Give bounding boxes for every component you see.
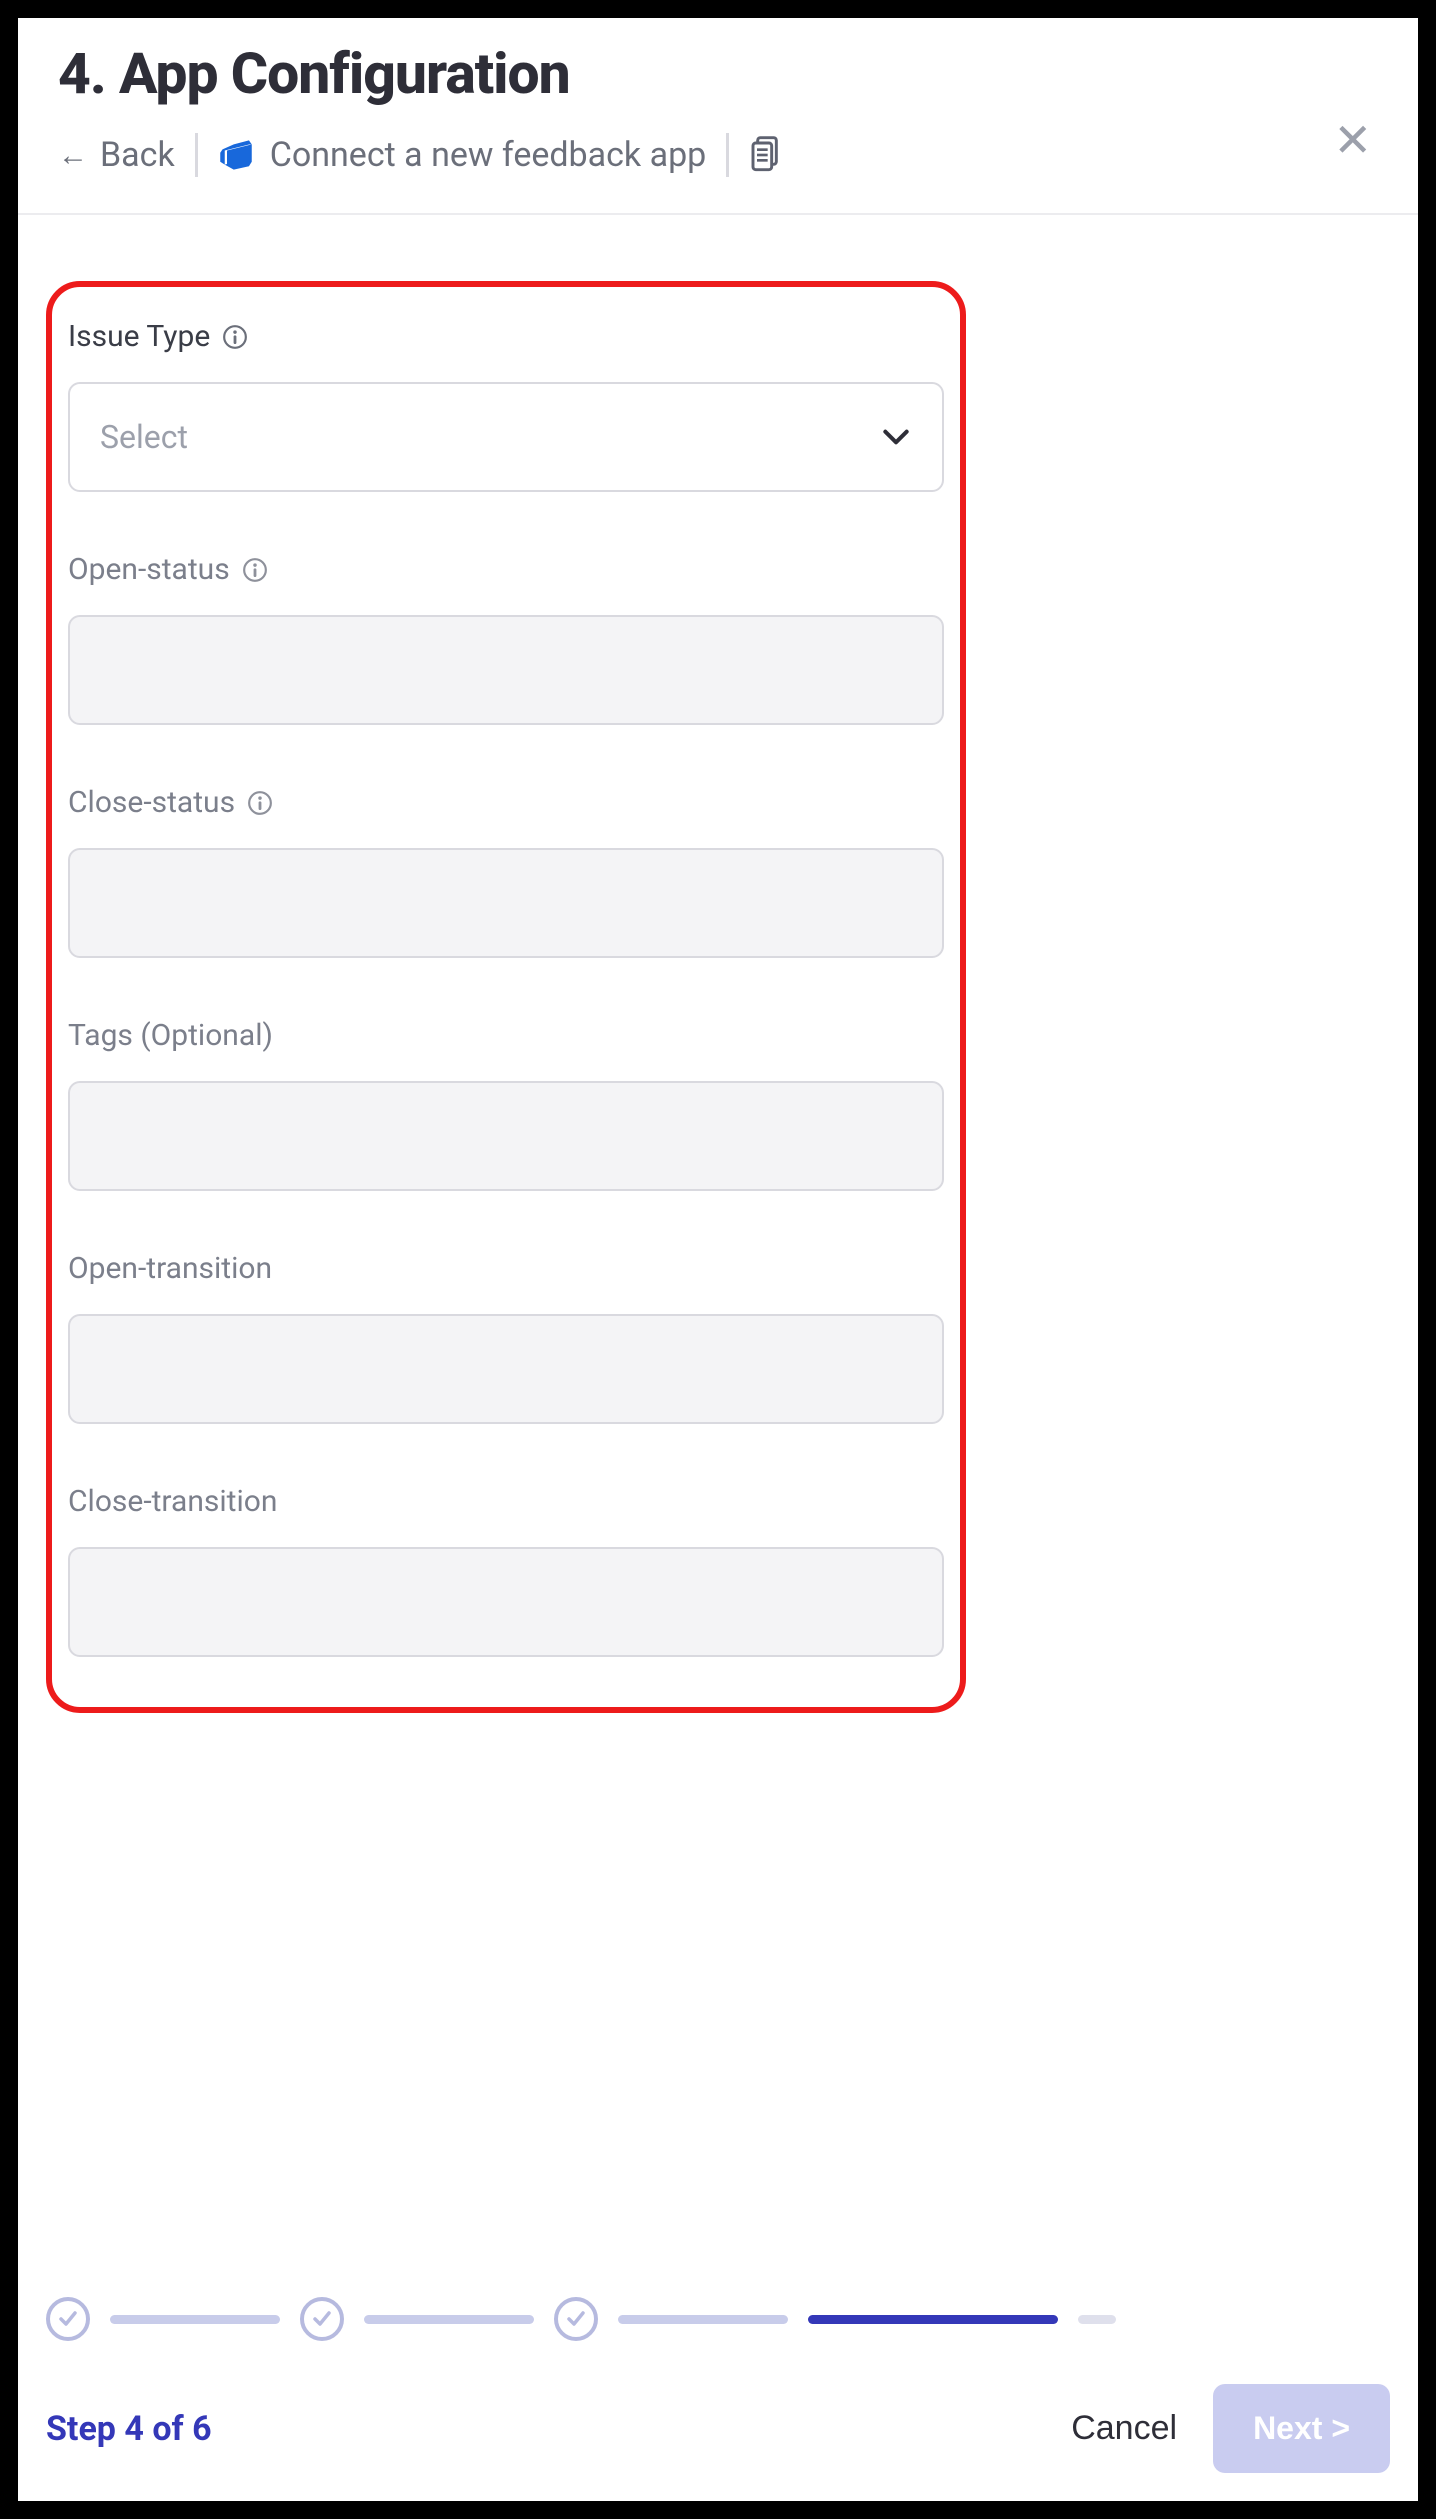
modal-header: 4. App Configuration ← Back Connect a ne… xyxy=(18,18,1418,215)
breadcrumb-current: Connect a new feedback app xyxy=(218,135,707,175)
chevron-down-icon xyxy=(880,421,912,453)
open-transition-input[interactable] xyxy=(68,1314,944,1424)
field-issue-type: Issue Type Select xyxy=(68,319,944,492)
label-text: Issue Type xyxy=(68,319,210,354)
modal-footer: Step 4 of 6 Cancel Next > xyxy=(18,2294,1418,2501)
footer-row: Step 4 of 6 Cancel Next > xyxy=(46,2384,1390,2473)
step-counter: Step 4 of 6 xyxy=(46,2409,212,2449)
issue-type-select[interactable]: Select xyxy=(68,382,944,492)
field-open-status: Open-status xyxy=(68,552,944,725)
field-label: Tags (Optional) xyxy=(68,1018,944,1053)
copy-button[interactable] xyxy=(749,134,785,176)
field-label: Close-status xyxy=(68,785,944,820)
step-bar-done xyxy=(618,2315,788,2324)
step-bar-done xyxy=(110,2315,280,2324)
field-label: Open-status xyxy=(68,552,944,587)
breadcrumb-label: Connect a new feedback app xyxy=(270,135,707,175)
field-label: Issue Type xyxy=(68,319,944,354)
label-text: Open-status xyxy=(68,552,230,587)
page-title: 4. App Configuration xyxy=(58,40,1378,107)
next-button[interactable]: Next > xyxy=(1213,2384,1390,2473)
step-2 xyxy=(300,2297,534,2341)
step-check-icon xyxy=(46,2297,90,2341)
field-open-transition: Open-transition xyxy=(68,1251,944,1424)
info-icon[interactable] xyxy=(242,557,268,583)
step-bar-done xyxy=(364,2315,534,2324)
step-check-icon xyxy=(554,2297,598,2341)
field-close-transition: Close-transition xyxy=(68,1484,944,1657)
info-icon[interactable] xyxy=(222,324,248,350)
field-label: Close-transition xyxy=(68,1484,944,1519)
label-text: Tags (Optional) xyxy=(68,1018,273,1053)
open-status-input[interactable] xyxy=(68,615,944,725)
step-bar-todo xyxy=(1078,2315,1116,2324)
azure-devops-icon xyxy=(218,137,254,173)
arrow-left-icon: ← xyxy=(58,138,88,173)
close-status-input[interactable] xyxy=(68,848,944,958)
back-button[interactable]: ← Back xyxy=(58,135,175,175)
label-text: Close-status xyxy=(68,785,235,820)
tags-input[interactable] xyxy=(68,1081,944,1191)
close-button[interactable]: ✕ xyxy=(1333,118,1372,164)
select-placeholder: Select xyxy=(100,418,188,456)
form-highlight: Issue Type Select Open-status xyxy=(46,281,966,1713)
label-text: Open-transition xyxy=(68,1251,272,1286)
footer-actions: Cancel Next > xyxy=(1071,2384,1390,2473)
divider xyxy=(726,133,729,177)
copy-icon xyxy=(751,136,783,174)
info-icon[interactable] xyxy=(247,790,273,816)
breadcrumb: ← Back Connect a new feedback app xyxy=(58,133,1378,177)
divider xyxy=(195,133,198,177)
field-tags: Tags (Optional) xyxy=(68,1018,944,1191)
cancel-button[interactable]: Cancel xyxy=(1071,2409,1177,2448)
close-icon: ✕ xyxy=(1333,114,1372,168)
modal-body: Issue Type Select Open-status xyxy=(18,215,1418,2294)
step-check-icon xyxy=(300,2297,344,2341)
modal-frame: 4. App Configuration ← Back Connect a ne… xyxy=(18,18,1418,2501)
step-bar-current xyxy=(808,2315,1058,2324)
step-1 xyxy=(46,2297,280,2341)
back-label: Back xyxy=(100,135,175,175)
field-close-status: Close-status xyxy=(68,785,944,958)
field-label: Open-transition xyxy=(68,1251,944,1286)
step-3 xyxy=(554,2297,788,2341)
label-text: Close-transition xyxy=(68,1484,277,1519)
close-transition-input[interactable] xyxy=(68,1547,944,1657)
step-progress xyxy=(46,2294,1390,2344)
